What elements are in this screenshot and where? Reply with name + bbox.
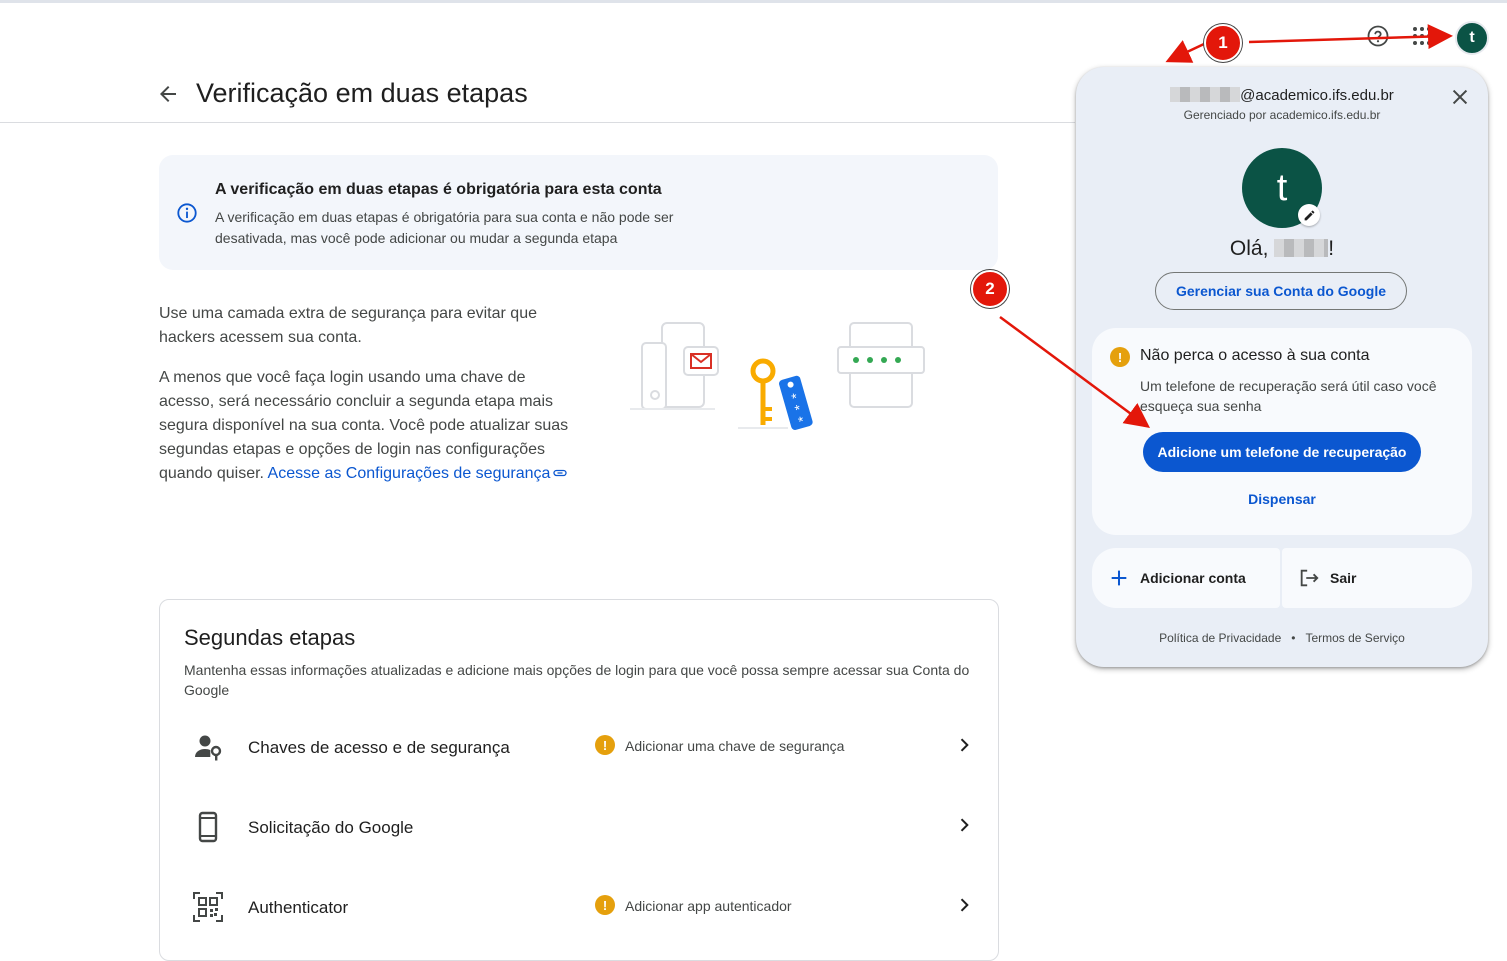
pencil-icon [1304, 210, 1314, 220]
add-recovery-phone-button[interactable]: Adicione um telefone de recuperação [1143, 432, 1421, 472]
row-passkeys[interactable]: Chaves de acesso e de segurança ! Adicio… [160, 719, 998, 779]
alert-title: Não perca o acesso à sua conta [1140, 347, 1370, 364]
dismiss-button[interactable]: Dispensar [1092, 491, 1472, 507]
row-status: Adicionar app autenticador [625, 898, 792, 914]
row-label: Solicitação do Google [248, 818, 414, 837]
greeting: Olá, ! [1076, 237, 1488, 261]
greeting-suffix: ! [1328, 237, 1335, 260]
add-account-label: Adicionar conta [1140, 570, 1246, 586]
notice-title: A verificação em duas etapas é obrigatór… [215, 181, 662, 198]
phone-icon [198, 811, 218, 843]
two-step-illustration: * * * [630, 322, 925, 430]
popup-footer: Política de Privacidade • Termos de Serviç… [1076, 631, 1488, 645]
account-actions: Adicionar conta Sair [1092, 548, 1472, 608]
email-domain: @academico.ifs.edu.br [1240, 87, 1394, 104]
security-settings-link[interactable]: Acesse as Configurações de segurança [268, 465, 568, 482]
page-title: Verificação em duas etapas [196, 78, 528, 108]
warning-icon: ! [595, 895, 615, 915]
account-email: @academico.ifs.edu.br [1076, 87, 1488, 104]
row-status: Adicionar uma chave de segurança [625, 738, 845, 754]
row-label: Chaves de acesso e de segurança [248, 738, 510, 757]
edit-avatar-button[interactable] [1298, 204, 1320, 226]
mandatory-2sv-notice: A verificação em duas etapas é obrigatór… [159, 155, 998, 270]
redacted-name [1274, 239, 1329, 257]
intro-paragraph-2: A menos que você faça login usando uma c… [159, 366, 569, 486]
back-arrow-icon[interactable] [156, 82, 180, 106]
row-google-prompt[interactable]: Solicitação do Google [160, 799, 998, 859]
second-steps-title: Segundas etapas [184, 625, 356, 650]
warning-icon: ! [595, 735, 615, 755]
intro-paragraph-1: Use uma camada extra de segurança para e… [159, 305, 537, 346]
greeting-prefix: Olá, [1229, 237, 1269, 260]
annotation-marker-2: 2 [971, 270, 1009, 308]
header-divider [0, 122, 1075, 123]
warning-icon: ! [1110, 347, 1130, 367]
annotation-marker-1: 1 [1204, 24, 1242, 62]
link-icon [553, 469, 568, 477]
add-account-button[interactable]: Adicionar conta [1092, 548, 1280, 608]
account-popup: @academico.ifs.edu.br Gerenciado por aca… [1076, 67, 1488, 667]
notice-body: A verificação em duas etapas é obrigatór… [215, 209, 674, 246]
terms-link[interactable]: Termos de Serviço [1305, 631, 1404, 645]
alert-body: Um telefone de recuperação será útil cas… [1140, 378, 1437, 414]
footer-separator: • [1291, 631, 1296, 645]
apps-grid-icon[interactable] [1410, 24, 1434, 48]
info-icon [177, 203, 197, 223]
sign-out-button[interactable]: Sair [1282, 548, 1472, 608]
second-steps-description: Mantenha essas informações atualizadas e… [184, 662, 970, 698]
sign-out-icon [1300, 569, 1319, 587]
sign-out-label: Sair [1330, 570, 1357, 586]
chevron-right-icon [960, 738, 969, 752]
qr-code-icon [193, 892, 223, 922]
managed-by-text: Gerenciado por academico.ifs.edu.br [1183, 108, 1381, 122]
top-border [0, 0, 1507, 3]
redacted-username [1170, 87, 1241, 102]
row-authenticator[interactable]: Authenticator ! Adicionar app autenticad… [160, 879, 998, 939]
plus-icon [1111, 570, 1127, 586]
second-steps-card: Segundas etapas Mantenha essas informaçõ… [159, 599, 999, 961]
close-icon[interactable] [1449, 86, 1471, 108]
intro-text: Use uma camada extra de segurança para e… [159, 302, 569, 502]
help-icon[interactable] [1366, 24, 1390, 48]
chevron-right-icon [960, 898, 969, 912]
privacy-link[interactable]: Política de Privacidade [1159, 631, 1281, 645]
account-avatar-button[interactable]: t [1455, 21, 1489, 55]
person-key-icon [195, 735, 222, 761]
security-settings-link-text: Acesse as Configurações de segurança [267, 465, 551, 482]
recovery-alert: ! Não perca o acesso à sua conta Um tele… [1092, 328, 1472, 535]
row-label: Authenticator [248, 898, 349, 917]
chevron-right-icon [960, 818, 969, 832]
manage-account-button[interactable]: Gerenciar sua Conta do Google [1155, 272, 1407, 310]
